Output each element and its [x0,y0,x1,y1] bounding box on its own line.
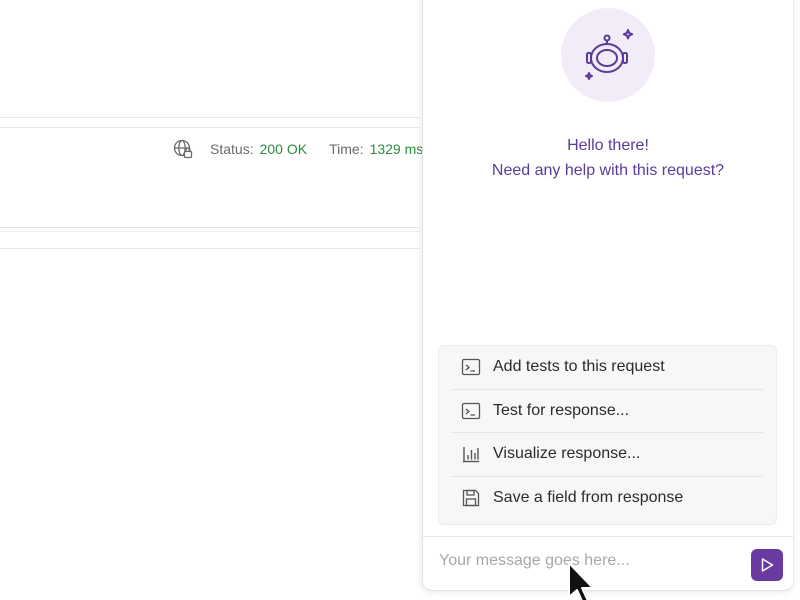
greeting-title: Hello there! [567,137,649,154]
assistant-panel: Hello there! Need any help with this req… [422,0,794,591]
suggestion-visualize-response[interactable]: Visualize response... [451,433,764,477]
suggestion-label: Visualize response... [493,445,641,463]
divider [0,117,420,118]
divider [0,248,420,249]
response-area: Status: 200 OK Time: 1329 ms [0,0,422,600]
astronaut-helmet-icon [561,8,655,102]
suggestion-save-field[interactable]: Save a field from response [451,477,764,520]
time-value[interactable]: 1329 ms [370,141,422,157]
divider [0,231,420,232]
divider [0,127,420,128]
globe-lock-icon[interactable] [172,138,194,160]
message-composer [423,536,793,583]
status-value[interactable]: 200 OK [260,141,307,157]
app-window: Status: 200 OK Time: 1329 ms Hello there… [0,0,800,600]
mouse-cursor-icon [566,562,606,600]
suggestion-label: Save a field from response [493,488,684,506]
suggestion-label: Test for response... [493,401,630,419]
divider [0,227,420,228]
response-status-bar: Status: 200 OK Time: 1329 ms [172,138,422,160]
terminal-icon [461,401,481,421]
suggestion-list: Add tests to this request Test for respo… [438,345,777,525]
suggestion-add-tests[interactable]: Add tests to this request [451,346,764,390]
send-button[interactable] [751,549,783,581]
suggestion-label: Add tests to this request [493,358,665,376]
greeting-subtitle: Need any help with this request? [491,162,725,179]
terminal-icon [461,357,481,377]
time-label: Time: [329,141,364,157]
send-icon [759,557,775,573]
suggestion-test-response[interactable]: Test for response... [451,390,764,433]
save-icon [461,488,481,508]
bar-chart-icon [461,444,481,464]
status-label: Status: [210,141,254,157]
